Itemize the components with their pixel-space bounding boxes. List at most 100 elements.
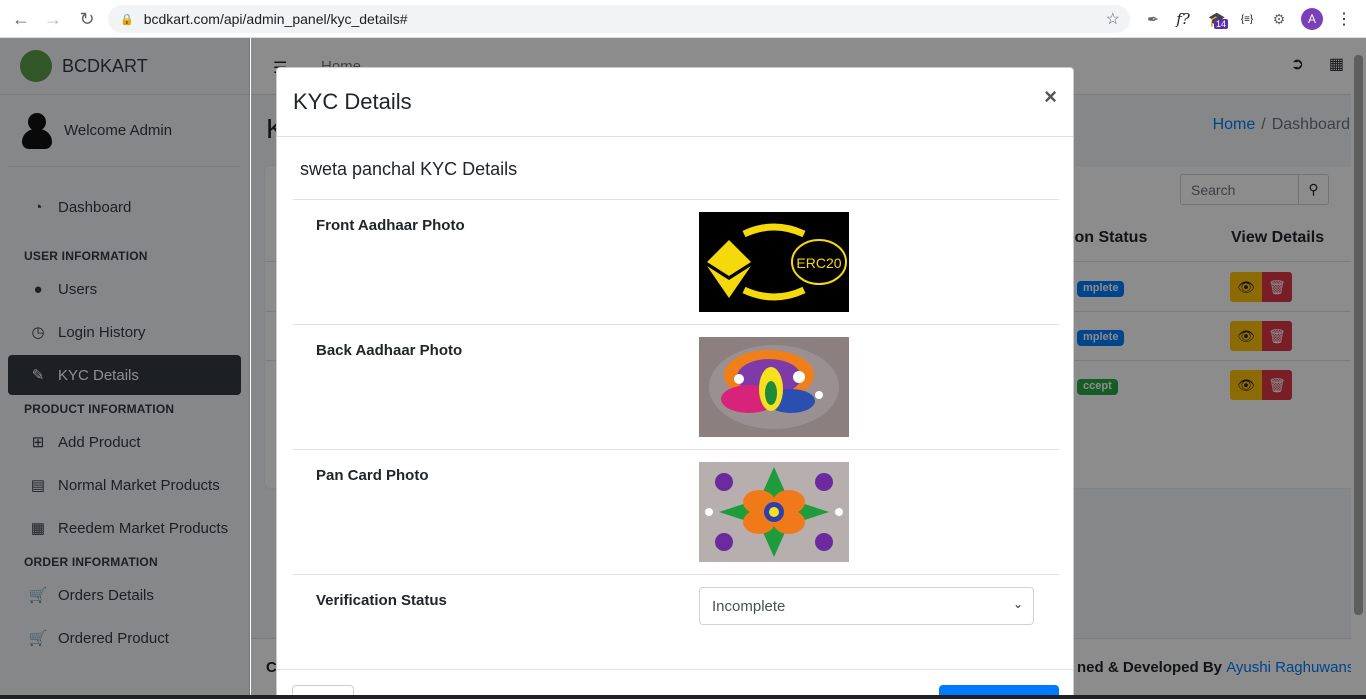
sidebar-item-login-history[interactable]: ◷ Login History [8, 312, 241, 352]
grid-apps-icon[interactable]: ▦ [1329, 54, 1344, 74]
sidebar-item-reedem-market[interactable]: ▦ Reedem Market Products [8, 508, 241, 548]
file-signature-icon: ✎ [31, 367, 45, 384]
table-search[interactable]: Search ⚲ [1180, 174, 1329, 205]
bookmark-star-icon[interactable]: ☆ [1106, 9, 1120, 29]
brand[interactable]: BCDKART [0, 38, 249, 95]
sidebar-item-dashboard[interactable]: ◔ Dashboard [8, 187, 241, 227]
section-header-user-info: USER INFORMATION [24, 249, 148, 263]
sidebar: BCDKART Welcome Admin ◔ Dashboard USER I… [0, 38, 250, 699]
view-eye-button[interactable]: 👁 [1230, 272, 1262, 302]
sidebar-item-label: Users [58, 280, 98, 298]
cart-icon: 🛒 [28, 587, 48, 604]
sidebar-item-users[interactable]: ● Users [8, 269, 241, 309]
pan-card-label: Pan Card Photo [316, 467, 429, 484]
status-badge: mplete [1077, 281, 1125, 297]
footer-credit: ned & Developed By Ayushi Raghuwanshi [1077, 659, 1366, 676]
browser-toolbar: ← → ↻ 🔒 bcdkart.com/api/admin_panel/kyc_… [0, 0, 1366, 38]
footer-credit-text: ned & Developed By [1076, 659, 1227, 676]
os-taskbar [0, 695, 1366, 699]
chevron-down-icon: ⌄ [1012, 597, 1023, 611]
delete-trash-button[interactable]: 🗑 [1262, 370, 1292, 400]
breadcrumb-home[interactable]: Home [1213, 116, 1256, 133]
back-aadhaar-photo[interactable] [699, 337, 849, 437]
welcome-text: Welcome Admin [64, 122, 173, 139]
extension-count-badge: 14 [1214, 19, 1229, 29]
graduation-extension-icon[interactable]: 🎓 14 [1206, 8, 1229, 30]
breadcrumb-separator: / [1261, 116, 1266, 133]
breadcrumb-current: Dashboard [1271, 116, 1350, 133]
sidebar-item-label: Ordered Product [58, 629, 169, 647]
sidebar-item-label: Add Product [58, 433, 141, 451]
search-icon[interactable]: ⚲ [1298, 175, 1328, 204]
kyc-row-back-aadhaar: Back Aadhaar Photo [293, 324, 1059, 449]
delete-trash-button[interactable]: 🗑 [1262, 321, 1292, 351]
footer-author-link[interactable]: Ayushi Raghuwanshi [1226, 659, 1366, 676]
brand-logo [20, 50, 52, 82]
view-eye-button[interactable]: 👁 [1230, 370, 1262, 400]
search-input[interactable]: Search [1181, 175, 1298, 204]
reload-icon[interactable]: ↻ [72, 4, 102, 34]
column-header-view-details: View Details [1231, 229, 1325, 246]
store-icon: ▤ [30, 477, 46, 494]
modal-title: KYC Details [293, 89, 412, 114]
modal-header: KYC Details × [277, 68, 1073, 137]
view-eye-button[interactable]: 👁 [1230, 321, 1262, 351]
lock-icon: 🔒 [120, 13, 134, 26]
kyc-row-front-aadhaar: Front Aadhaar Photo ERC20 [293, 199, 1059, 324]
font-extension-icon[interactable]: f? [1172, 8, 1194, 30]
sidebar-item-orders-details[interactable]: 🛒 Orders Details [8, 575, 241, 615]
kyc-row-verification-status: Verification Status Incomplete ⌄ [293, 574, 1059, 669]
user-clock-icon: ◷ [31, 324, 45, 341]
verification-status-label: Verification Status [316, 592, 447, 609]
close-icon[interactable]: × [1044, 84, 1057, 110]
sidebar-item-label: KYC Details [58, 366, 139, 384]
json-extension-icon[interactable]: {≡} [1236, 8, 1258, 30]
browser-menu-icon[interactable]: ⋮ [1333, 8, 1355, 30]
verification-status-select[interactable]: Incomplete ⌄ [699, 587, 1034, 625]
delete-trash-button[interactable]: 🗑 [1262, 272, 1292, 302]
section-header-order-info: ORDER INFORMATION [24, 555, 158, 569]
eyedropper-extension-icon[interactable]: ✒ [1142, 8, 1164, 30]
front-aadhaar-label: Front Aadhaar Photo [316, 217, 465, 234]
user-avatar [22, 112, 52, 149]
column-header-verification-status: ion Status [1070, 229, 1148, 246]
forward-icon[interactable]: → [38, 4, 68, 34]
user-panel: Welcome Admin [8, 95, 241, 167]
logout-icon[interactable]: ➲ [1291, 54, 1304, 74]
back-icon[interactable]: ← [6, 4, 36, 34]
address-bar[interactable]: 🔒 bcdkart.com/api/admin_panel/kyc_detail… [108, 5, 1130, 33]
breadcrumb: Home / Dashboard [1213, 116, 1350, 134]
url-text: bcdkart.com/api/admin_panel/kyc_details# [143, 11, 408, 27]
user-icon: ● [33, 280, 43, 298]
sidebar-nav: ◔ Dashboard USER INFORMATION ● Users ◷ L… [0, 167, 249, 669]
pan-card-photo[interactable] [699, 462, 849, 562]
extensions-puzzle-icon[interactable]: ⚙ [1268, 8, 1290, 30]
sidebar-item-label: Normal Market Products [58, 476, 220, 494]
sidebar-item-ordered-product[interactable]: 🛒 Ordered Product [8, 618, 241, 658]
front-aadhaar-photo[interactable]: ERC20 [699, 212, 849, 312]
sidebar-item-normal-market[interactable]: ▤ Normal Market Products [8, 465, 241, 505]
sidebar-item-label: Orders Details [58, 586, 154, 604]
modal-footer-divider [277, 669, 1073, 670]
front-aadhaar-photo-text: ERC20 [796, 255, 841, 271]
verification-status-value: Incomplete [712, 597, 786, 615]
back-aadhaar-label: Back Aadhaar Photo [316, 342, 463, 359]
status-badge: mplete [1077, 330, 1125, 346]
section-header-product-info: PRODUCT INFORMATION [24, 402, 175, 416]
sidebar-item-label: Login History [58, 323, 146, 341]
kyc-row-pan-card: Pan Card Photo [293, 449, 1059, 574]
kyc-details-modal: KYC Details × sweta panchal KYC Details … [276, 67, 1074, 699]
dashboard-gauge-icon: ◔ [33, 198, 43, 216]
plus-square-icon: ⊞ [31, 434, 45, 451]
page-scrollbar-thumb[interactable] [1354, 55, 1363, 615]
status-badge: ccept [1077, 379, 1118, 395]
sidebar-item-add-product[interactable]: ⊞ Add Product [8, 422, 241, 462]
kyc-subtitle: sweta panchal KYC Details [300, 159, 518, 179]
brand-name: BCDKART [62, 55, 148, 76]
sidebar-item-label: Dashboard [58, 198, 132, 216]
profile-avatar[interactable]: A [1301, 8, 1323, 30]
sidebar-item-kyc-details[interactable]: ✎ KYC Details [8, 355, 241, 395]
sidebar-item-label: Reedem Market Products [58, 519, 229, 537]
store-alt-icon: ▦ [30, 520, 46, 537]
cart-plus-icon: 🛒 [28, 630, 48, 647]
